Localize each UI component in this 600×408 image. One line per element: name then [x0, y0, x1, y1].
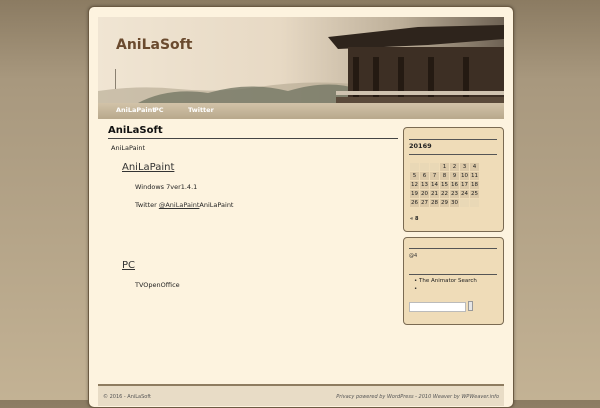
list-item-label[interactable]: The Animator Search	[419, 278, 477, 284]
menu-item-pc[interactable]: PC	[154, 106, 164, 114]
title-divider	[108, 138, 398, 139]
intro-text: AniLaPaint	[111, 144, 146, 152]
calendar-empty-cell	[460, 199, 469, 207]
header-temple-image	[98, 17, 504, 103]
calendar-day[interactable]: 4	[470, 163, 479, 171]
calendar-week-row: 12 13 14 15 16 17 18	[410, 181, 479, 189]
footer-credits[interactable]: Privacy powered by WordPress - 2010 Weav…	[336, 394, 499, 400]
calendar-day[interactable]: 22	[440, 190, 449, 198]
calendar-day[interactable]: 26	[410, 199, 419, 207]
calendar-day[interactable]: 28	[430, 199, 439, 207]
calendar-grid: 1 2 3 4 5 6 7 8 9 10 11 12 13 14 15 16 17 18 19 20 21 22 23 24 2…	[409, 162, 480, 208]
widget-top-rule	[409, 248, 497, 249]
calendar-day[interactable]: 21	[430, 190, 439, 198]
list-item: •	[414, 286, 418, 292]
calendar-week-row: 1234	[410, 163, 479, 171]
calendar-day[interactable]: 5	[410, 172, 419, 180]
calendar-header-rule	[409, 154, 497, 155]
calendar-day[interactable]: 25	[470, 190, 479, 198]
section1-line1: Windows 7ver1.4.1	[135, 183, 198, 191]
calendar-widget: 20169 1 2 3 4 5 6 7 8 9 10 11 12 13 14 15 16 17 18 19 20 21 2…	[403, 127, 504, 232]
calendar-day[interactable]: 2	[450, 163, 459, 171]
section2-line1: TVOpenOffice	[135, 281, 180, 289]
site-title[interactable]: AniLaSoft	[116, 37, 192, 53]
calendar-day[interactable]: 13	[420, 181, 429, 189]
section-heading-anilapaint[interactable]: AniLaPaint	[122, 162, 174, 173]
twitter-link[interactable]: @AniLaPaint	[159, 201, 200, 209]
calendar-week-row: 26 27 28 29 30	[410, 199, 479, 207]
calendar-day[interactable]: 1	[440, 163, 449, 171]
page-wrapper: AniLaSoft AniLaPaint PC Twitter AniLaSof…	[88, 6, 514, 408]
search-input[interactable]	[409, 302, 466, 312]
site-header: AniLaSoft	[98, 17, 504, 103]
calendar-day[interactable]: 3	[460, 163, 469, 171]
calendar-caption: 20169	[409, 142, 432, 150]
menu-item-anilapaint[interactable]: AniLaPaint	[116, 106, 155, 114]
calendar-day[interactable]: 7	[430, 172, 439, 180]
calendar-day[interactable]: 23	[450, 190, 459, 198]
calendar-day[interactable]: 17	[460, 181, 469, 189]
calendar-day[interactable]: 10	[460, 172, 469, 180]
calendar-empty-cell	[470, 199, 479, 207]
menu-item-twitter[interactable]: Twitter	[188, 106, 214, 114]
search-button[interactable]	[468, 301, 473, 311]
calendar-day[interactable]: 16	[450, 181, 459, 189]
calendar-prev-month-link[interactable]: « 8	[410, 216, 418, 222]
site-footer: © 2016 - AniLaSoft Privacy powered by Wo…	[98, 384, 504, 406]
calendar-day[interactable]: 11	[470, 172, 479, 180]
page-title: AniLaSoft	[108, 125, 163, 136]
calendar-day[interactable]: 14	[430, 181, 439, 189]
calendar-day[interactable]: 30	[450, 199, 459, 207]
calendar-day[interactable]: 6	[420, 172, 429, 180]
calendar-day[interactable]: 27	[420, 199, 429, 207]
calendar-week-row: 5 6 7 8 9 10 11	[410, 172, 479, 180]
calendar-day[interactable]: 15	[440, 181, 449, 189]
calendar-day[interactable]: 18	[470, 181, 479, 189]
section-heading-pc[interactable]: PC	[122, 260, 135, 271]
calendar-empty-cell	[420, 163, 429, 171]
footer-copyright[interactable]: © 2016 - AniLaSoft	[103, 394, 151, 400]
calendar-day[interactable]: 19	[410, 190, 419, 198]
calendar-empty-cell	[410, 163, 419, 171]
calendar-day[interactable]: 20	[420, 190, 429, 198]
widget-label: @4	[409, 253, 418, 259]
calendar-top-rule	[409, 139, 497, 140]
calendar-day[interactable]: 9	[450, 172, 459, 180]
calendar-day[interactable]: 8	[440, 172, 449, 180]
calendar-day[interactable]: 12	[410, 181, 419, 189]
calendar-empty-cell	[430, 163, 439, 171]
section1-line2: Twitter @AniLaPaintAniLaPaint	[135, 201, 233, 209]
section1-line2-prefix: Twitter	[135, 201, 159, 209]
calendar-day[interactable]: 29	[440, 199, 449, 207]
calendar-day[interactable]: 24	[460, 190, 469, 198]
list-item[interactable]: • The Animator Search	[414, 278, 477, 284]
section1-line2-suffix: AniLaPaint	[199, 201, 234, 209]
main-menu: AniLaPaint PC Twitter	[98, 103, 504, 119]
sidebar-widget: @4 • The Animator Search •	[403, 237, 504, 325]
widget-mid-rule	[409, 274, 497, 275]
calendar-week-row: 19 20 21 22 23 24 25	[410, 190, 479, 198]
